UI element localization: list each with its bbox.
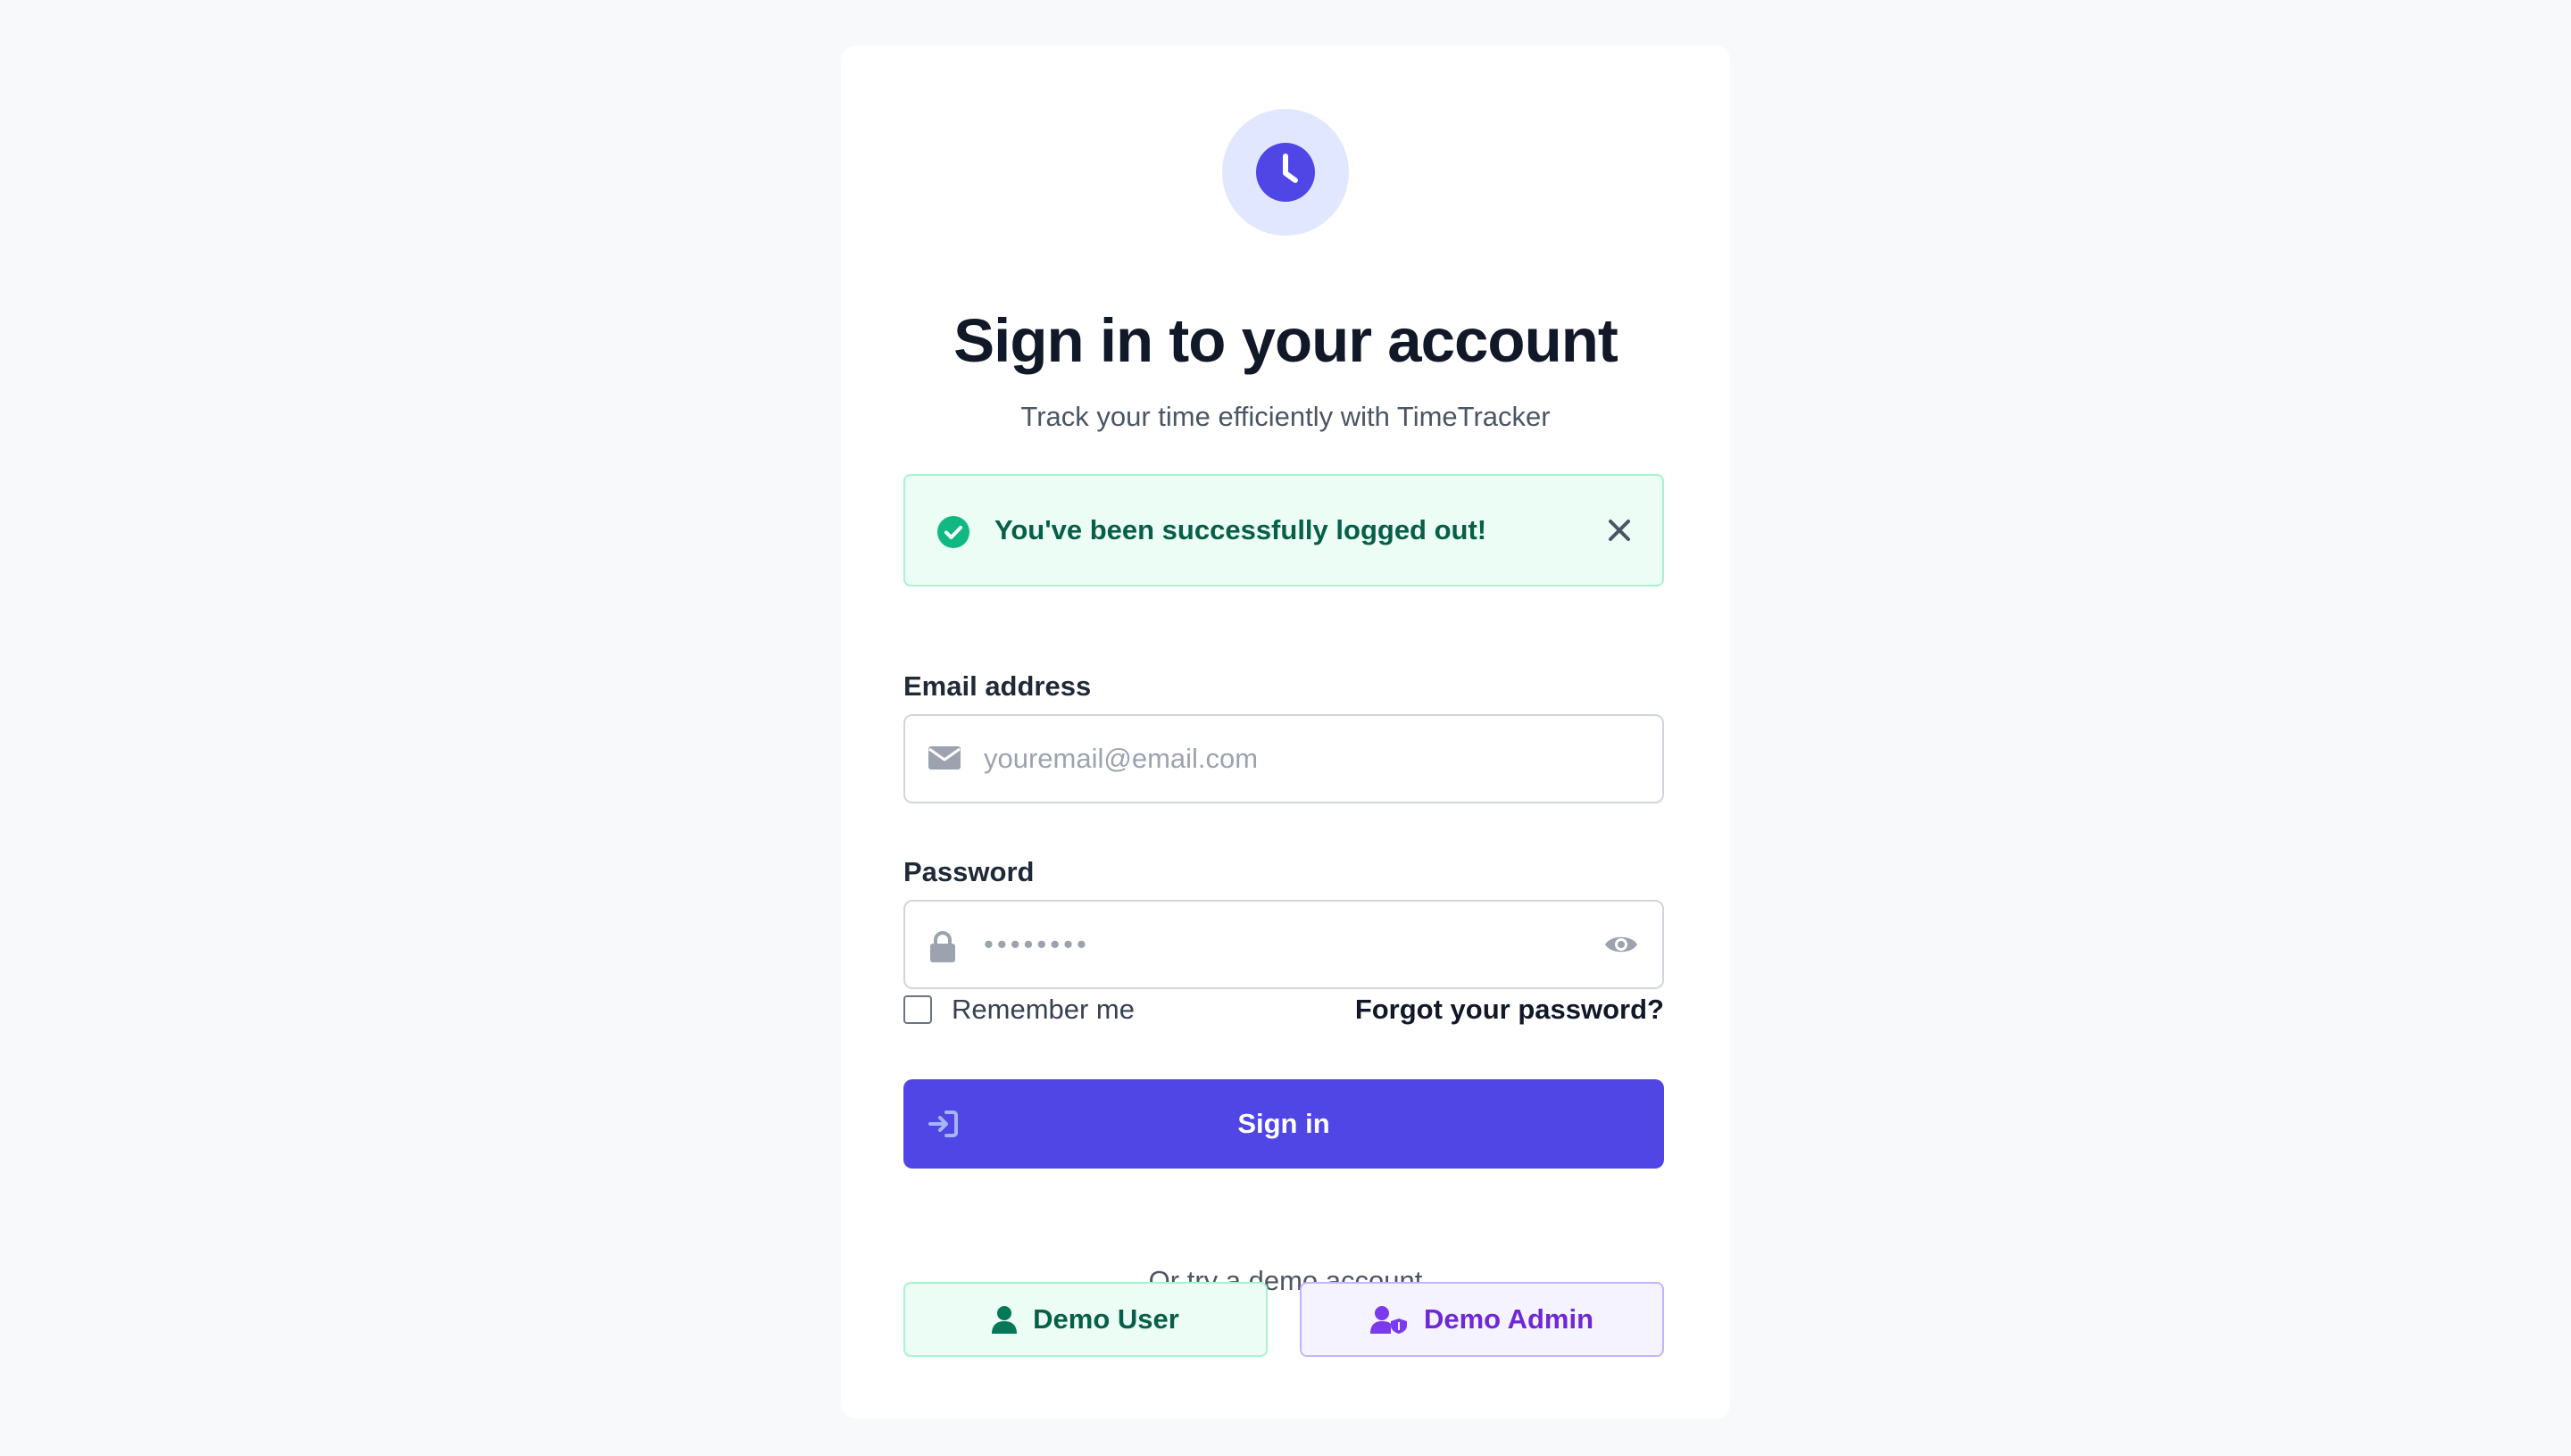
sign-in-button[interactable]: Sign in	[903, 1079, 1664, 1169]
login-card: Sign in to your account Track your time …	[841, 46, 1730, 1419]
check-circle-icon	[937, 516, 969, 548]
email-label: Email address	[903, 670, 1092, 702]
logo-badge	[1222, 109, 1349, 236]
toggle-password-visibility-button[interactable]	[1603, 928, 1639, 965]
email-field-wrapper	[903, 714, 1664, 803]
lock-icon	[930, 931, 955, 962]
demo-admin-button[interactable]: Demo Admin	[1300, 1282, 1664, 1357]
user-icon	[992, 1306, 1018, 1334]
sign-in-label: Sign in	[1237, 1108, 1330, 1139]
eye-icon	[1605, 936, 1637, 953]
user-shield-icon	[1369, 1306, 1407, 1334]
password-field-wrapper	[903, 900, 1664, 989]
close-icon	[1609, 520, 1630, 541]
demo-admin-label: Demo Admin	[1423, 1303, 1594, 1335]
remember-me-checkbox[interactable]	[903, 995, 932, 1024]
remember-me-label[interactable]: Remember me	[952, 994, 1135, 1026]
forgot-password-link[interactable]: Forgot your password?	[1355, 994, 1664, 1026]
demo-user-label: Demo User	[1033, 1303, 1179, 1335]
clock-icon	[1256, 143, 1315, 202]
page-title: Sign in to your account	[953, 306, 1618, 375]
password-input[interactable]	[984, 902, 1591, 987]
alert-message: You've been successfully logged out!	[994, 514, 1487, 545]
password-label: Password	[903, 856, 1035, 887]
envelope-icon	[928, 746, 961, 770]
demo-user-button[interactable]: Demo User	[903, 1282, 1268, 1357]
logout-success-alert: You've been successfully logged out!	[903, 474, 1664, 587]
email-input[interactable]	[984, 716, 1591, 802]
close-alert-button[interactable]	[1603, 514, 1635, 546]
page-subtitle: Track your time efficiently with TimeTra…	[1020, 401, 1551, 432]
